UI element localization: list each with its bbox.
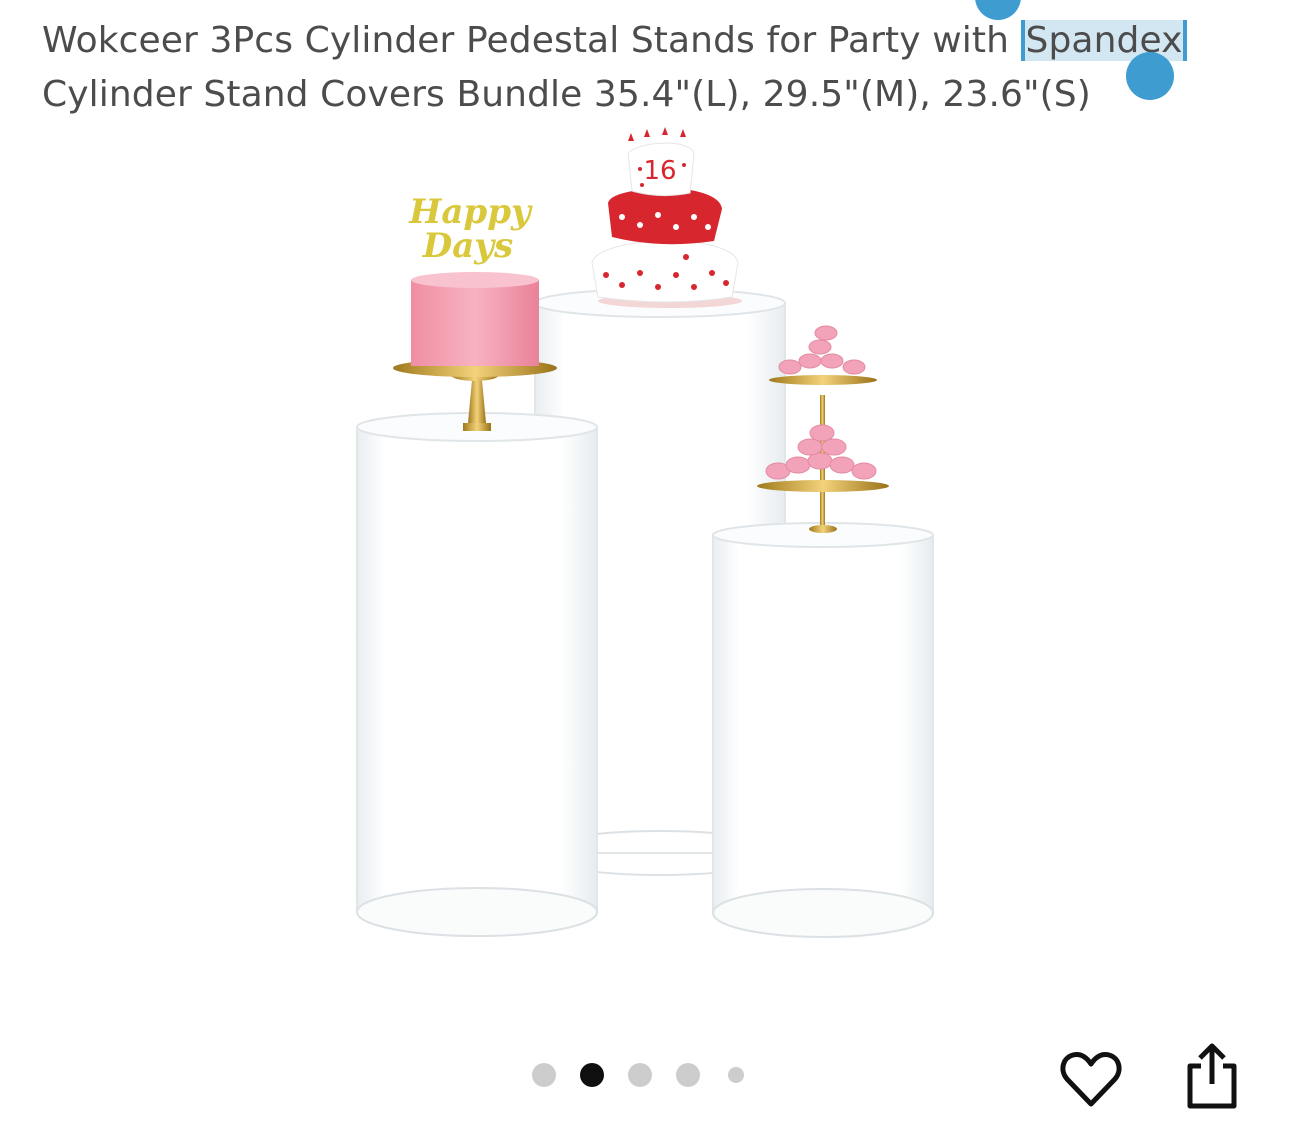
title-text-prefix: Wokceer 3Pcs Cylinder Pedestal Stands fo…: [42, 20, 1021, 61]
small-cylinder: [712, 522, 934, 938]
pink-cake: Happy Days: [393, 192, 557, 431]
favorite-button[interactable]: [1058, 1046, 1124, 1112]
carousel-dot[interactable]: [628, 1063, 652, 1087]
carousel-dot[interactable]: [532, 1063, 556, 1087]
tiered-cake: 16: [591, 127, 742, 308]
carousel-dot[interactable]: [676, 1063, 700, 1087]
carousel-dot[interactable]: [580, 1063, 604, 1087]
topper-line2: Days: [422, 226, 513, 266]
large-cylinder: [356, 412, 598, 937]
product-image[interactable]: Happy Days 16: [340, 125, 960, 965]
share-button[interactable]: [1182, 1040, 1242, 1110]
carousel-dot[interactable]: [728, 1067, 744, 1083]
title-text-suffix: Cylinder Stand Covers Bundle 35.4"(L), 2…: [42, 74, 1091, 115]
heart-icon: [1060, 1052, 1122, 1107]
image-carousel-dots[interactable]: [532, 1060, 762, 1090]
product-title[interactable]: Wokceer 3Pcs Cylinder Pedestal Stands fo…: [42, 14, 1252, 122]
cake-number: 16: [643, 156, 676, 186]
selection-end-handle[interactable]: [1126, 52, 1174, 100]
share-icon: [1187, 1043, 1237, 1109]
